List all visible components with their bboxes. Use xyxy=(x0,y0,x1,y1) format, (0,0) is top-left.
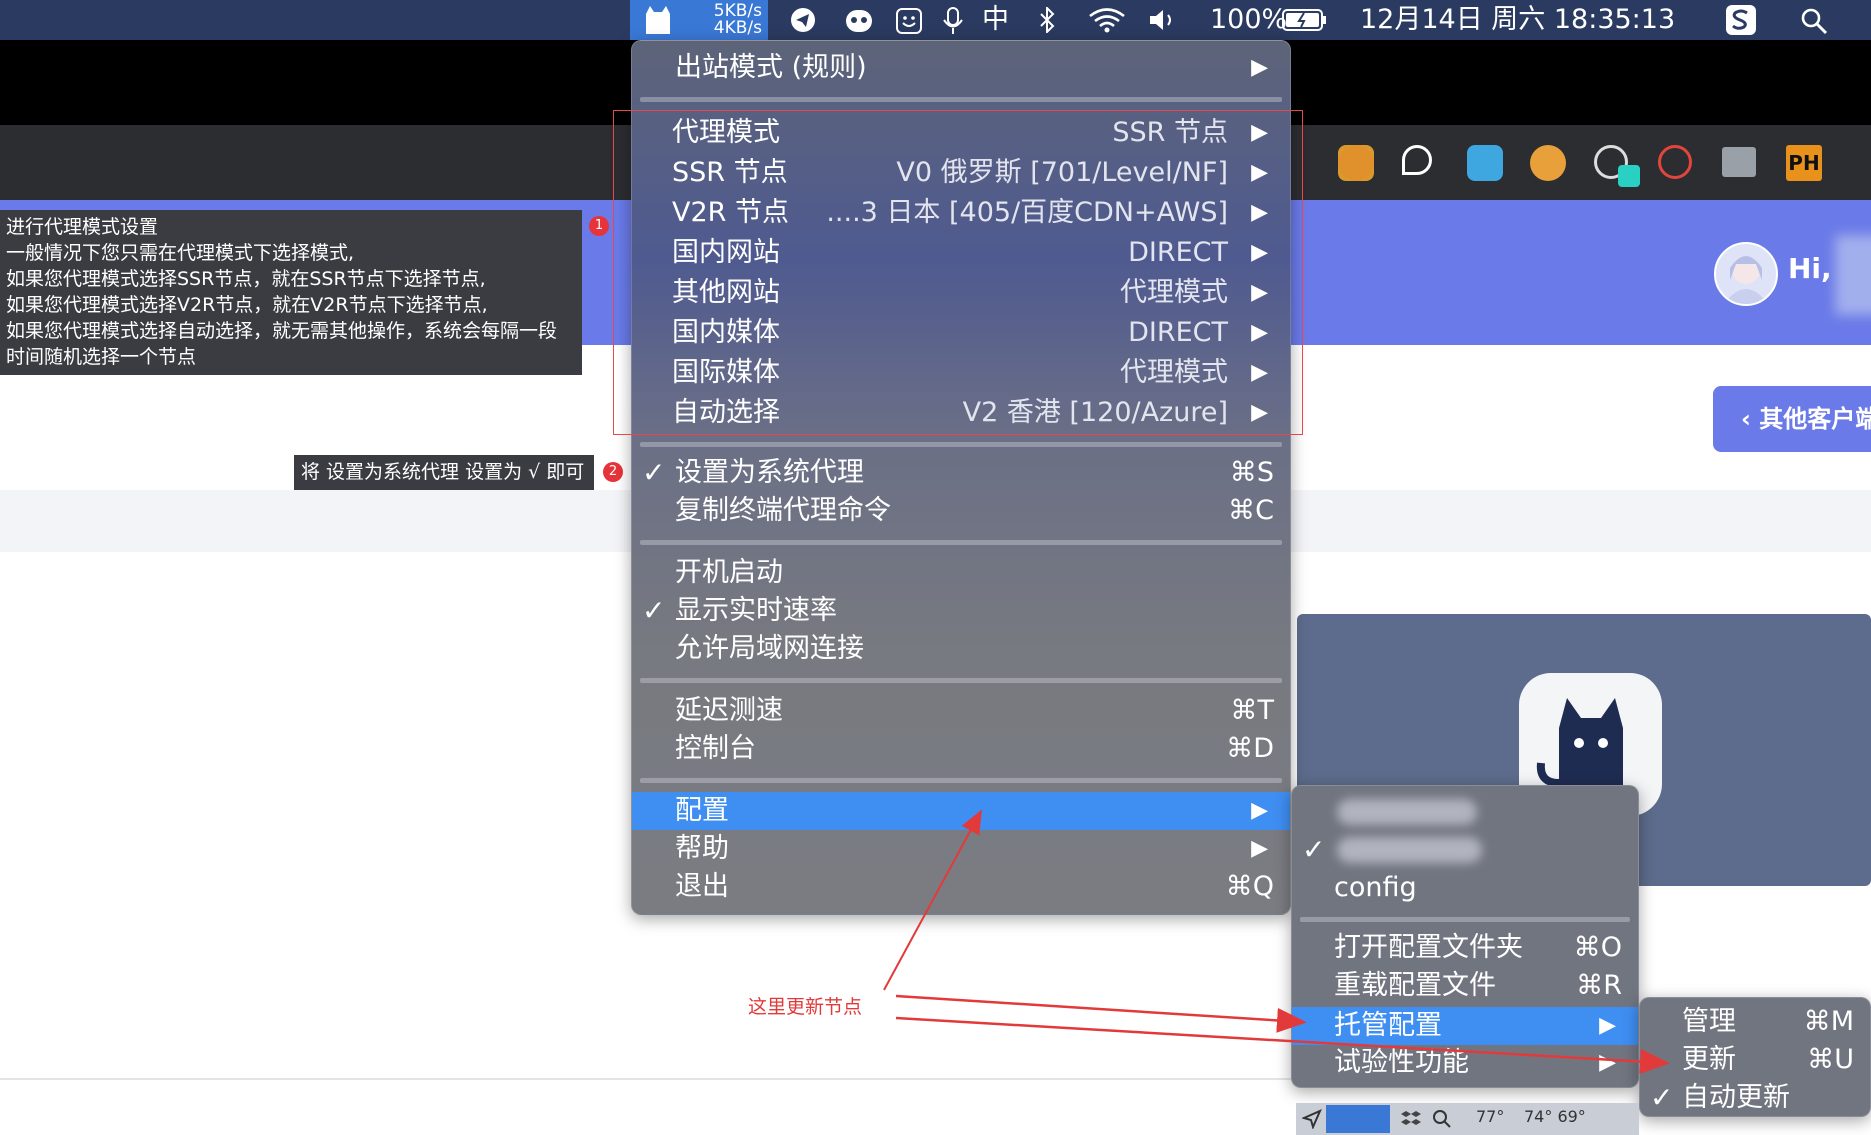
annotation-arrows xyxy=(883,809,1670,1075)
annotation-text: 这里更新节点 xyxy=(748,996,863,1018)
temperature-reading: 77° xyxy=(1476,1107,1505,1126)
arrow-to-config xyxy=(883,809,982,991)
clashx-mini-icon xyxy=(1326,1105,1390,1133)
arrow-to-managed-config xyxy=(895,994,1307,1033)
dropbox-icon xyxy=(1401,1111,1421,1125)
mini-menubar-strip: 77° 74° 69° xyxy=(1296,1103,1639,1135)
search-icon xyxy=(1433,1110,1451,1128)
temperature-range: 74° 69° xyxy=(1524,1107,1586,1126)
arrow-to-update xyxy=(895,1016,1670,1075)
send-icon xyxy=(1302,1109,1322,1129)
